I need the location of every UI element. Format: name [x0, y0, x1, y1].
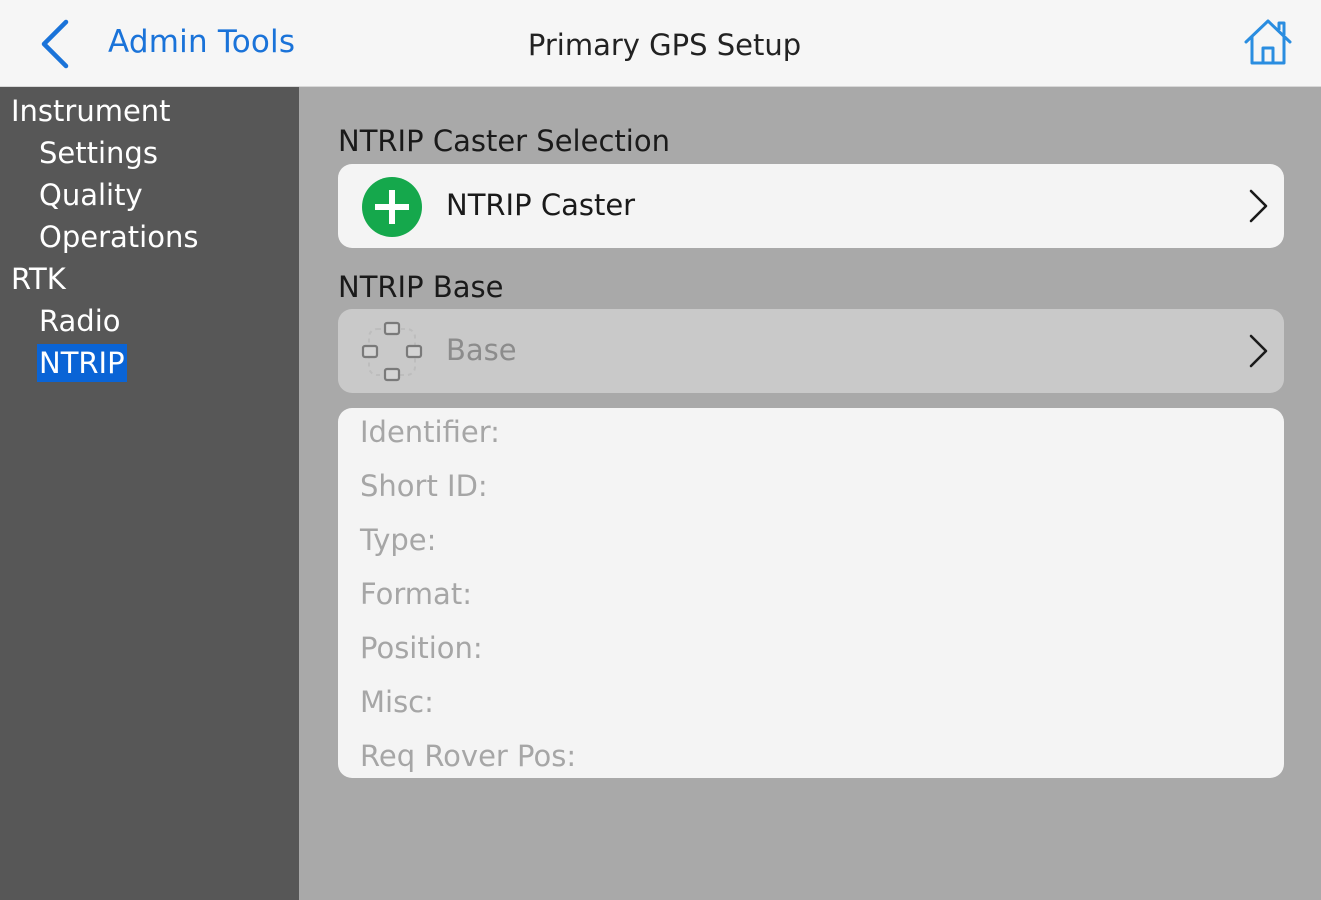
sidebar-item-operations[interactable]: Operations	[37, 218, 200, 256]
caster-section-label: NTRIP Caster Selection	[338, 124, 670, 158]
sidebar-group-instrument: Instrument	[11, 94, 171, 128]
detail-req-rover-pos-label: Req Rover Pos:	[360, 739, 577, 773]
back-button[interactable]	[34, 14, 74, 74]
detail-position-label: Position:	[360, 631, 483, 665]
base-network-icon	[361, 321, 423, 383]
detail-type-label: Type:	[360, 523, 437, 557]
chevron-right-icon	[1246, 188, 1270, 224]
base-details-card: Identifier: Short ID: Type: Format: Posi…	[338, 408, 1284, 778]
sidebar: Instrument Settings Quality Operations R…	[0, 87, 299, 900]
base-section-label: NTRIP Base	[338, 270, 504, 304]
back-link[interactable]: Admin Tools	[108, 24, 295, 60]
page-title-text: Primary GPS Setup	[527, 28, 802, 62]
sidebar-group-rtk: RTK	[11, 262, 66, 296]
ntrip-caster-row[interactable]: NTRIP Caster	[338, 164, 1284, 248]
app-window: Admin Tools Primary GPS Setup Instrument…	[0, 0, 1321, 900]
detail-identifier-label: Identifier:	[360, 415, 500, 449]
main-panel: NTRIP Caster Selection NTRIP Caster NTRI…	[299, 87, 1321, 900]
ntrip-caster-label: NTRIP Caster	[446, 188, 636, 222]
detail-misc-label: Misc:	[360, 685, 434, 719]
home-button[interactable]	[1243, 18, 1293, 66]
sidebar-item-settings[interactable]: Settings	[37, 134, 160, 172]
detail-format-label: Format:	[360, 577, 472, 611]
sidebar-item-quality[interactable]: Quality	[37, 176, 145, 214]
detail-short-id-label: Short ID:	[360, 469, 488, 503]
ntrip-base-row[interactable]: Base	[338, 309, 1284, 393]
header-bar: Admin Tools Primary GPS Setup	[0, 0, 1321, 87]
sidebar-item-ntrip[interactable]: NTRIP	[37, 344, 127, 382]
ntrip-base-label: Base	[446, 333, 517, 367]
sidebar-item-radio[interactable]: Radio	[37, 302, 123, 340]
chevron-left-icon	[34, 14, 74, 74]
add-circle-icon	[361, 176, 423, 238]
home-icon	[1243, 18, 1293, 66]
chevron-right-icon	[1246, 333, 1270, 369]
